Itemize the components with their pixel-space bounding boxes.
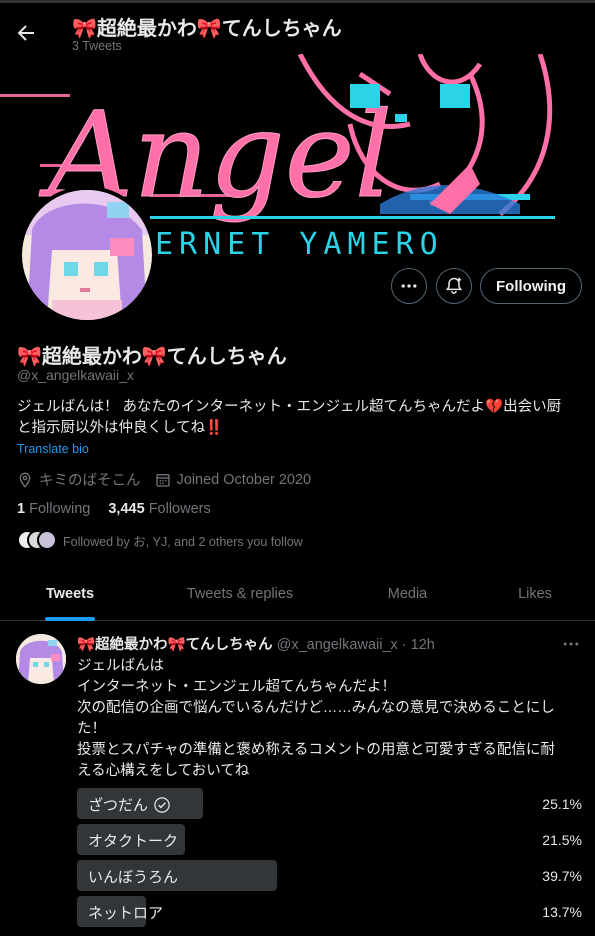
- following-link[interactable]: 1 Following: [17, 501, 90, 517]
- notification-bell-icon: [445, 277, 463, 294]
- location: キミのばそこん: [17, 469, 141, 490]
- following-button[interactable]: Following: [480, 268, 582, 304]
- more-button[interactable]: [391, 268, 427, 304]
- location-text: キミのばそこん: [39, 473, 141, 489]
- poll-option-text: いんぼうろん: [88, 869, 179, 886]
- header-tweet-count: 3 Tweets: [72, 39, 122, 53]
- poll-percent: 13.7%: [542, 904, 582, 920]
- banner-subtitle-text: ERNET YAMERO: [155, 227, 444, 260]
- follower-avatars: [17, 530, 63, 550]
- poll-option-text: オタクトーク: [88, 833, 179, 850]
- profile-name: 🎀超絶最かわ🎀てんしちゃん: [17, 346, 287, 368]
- following-label: Following: [29, 501, 91, 517]
- poll-option-text: ざつだん: [88, 797, 149, 814]
- tab-media[interactable]: Media: [340, 566, 475, 621]
- profile-avatar[interactable]: [18, 186, 156, 324]
- poll-percent: 21.5%: [542, 832, 582, 848]
- tweet-author-name[interactable]: 🎀超絶最かわ🎀てんしちゃん: [77, 637, 273, 653]
- tweet-avatar-image: [16, 634, 66, 684]
- joined-text: Joined October 2020: [176, 471, 312, 488]
- header-profile-name: 🎀超絶最かわ🎀てんしちゃん: [72, 18, 342, 40]
- tweet-line: 次の配信の企画で悩んでいるんだけど……みんなの意見で決めることにし: [77, 700, 555, 716]
- tab-likes[interactable]: Likes: [475, 566, 595, 621]
- poll-percent: 25.1%: [542, 796, 582, 812]
- poll-option: オタクトーク 21.5%: [77, 824, 582, 855]
- tweet-meta[interactable]: @x_angelkawaii_x · 12h: [277, 637, 435, 653]
- notifications-button[interactable]: [436, 268, 472, 304]
- poll-option-label: オタクトーク: [88, 830, 178, 851]
- avatar-image: [22, 190, 152, 320]
- follow-counts: 1 Following 3,445 Followers: [17, 501, 211, 517]
- following-count: 1: [17, 501, 26, 517]
- tab-tweets[interactable]: Tweets: [0, 566, 140, 621]
- tweet-line: ジェルばんは: [77, 658, 164, 674]
- poll-option: ざつだん 25.1%: [77, 788, 582, 819]
- profile-meta: キミのばそこん Joined October 2020: [17, 469, 325, 490]
- tweet-line: える心構えをしておいてね: [77, 763, 250, 779]
- followers-count: 3,445: [108, 501, 145, 517]
- bio-line: と指示厨以外は仲良くしてね‼️: [17, 420, 224, 436]
- poll-option-text: ネットロア: [88, 905, 164, 922]
- profile-tabs: Tweets Tweets & replies Media Likes: [0, 566, 595, 621]
- active-tab-indicator: [45, 617, 95, 621]
- tweet-line: インターネット・エンジェル超てんちゃんだよ！: [77, 679, 396, 695]
- poll-option: いんぼうろん 39.7%: [77, 860, 582, 891]
- tweet-line: た！: [77, 721, 106, 737]
- poll-option-label: いんぼうろん: [88, 866, 178, 887]
- calendar-icon: [155, 473, 170, 487]
- more-icon: [563, 642, 579, 646]
- top-bar: 🎀超絶最かわ🎀てんしちゃん 3 Tweets: [0, 0, 595, 54]
- profile-handle: @x_angelkawaii_x: [17, 367, 134, 383]
- tweet-text: ジェルばんは インターネット・エンジェル超てんちゃんだよ！ 次の配信の企画で悩ん…: [77, 656, 582, 782]
- tab-tweets-replies[interactable]: Tweets & replies: [140, 566, 340, 621]
- avatar: [37, 530, 57, 550]
- more-icon: [401, 284, 417, 288]
- bio-line: ジェルばんは！ あなたのインターネット・エンジェル超てんちゃんだよ💔出会い厨: [17, 399, 562, 415]
- followed-by-text: Followed by お, YJ, and 2 others you foll…: [63, 534, 303, 549]
- location-pin-icon: [19, 472, 31, 488]
- poll-option-label: ネットロア: [88, 902, 163, 923]
- tweet-header: 🎀超絶最かわ🎀てんしちゃん @x_angelkawaii_x · 12h: [77, 633, 435, 654]
- poll-option: ネットロア 13.7%: [77, 896, 582, 927]
- translate-bio-link[interactable]: Translate bio: [17, 442, 89, 456]
- tweet-avatar[interactable]: [16, 634, 66, 684]
- followers-link[interactable]: 3,445 Followers: [108, 501, 210, 517]
- poll-percent: 39.7%: [542, 868, 582, 884]
- tweet-line: 投票とスパチャの準備と褒め称えるコメントの用意と可愛すぎる配信に耐: [77, 742, 555, 758]
- joined-date: Joined October 2020: [155, 471, 312, 488]
- followers-label: Followers: [148, 501, 211, 517]
- followed-by[interactable]: Followed by お, YJ, and 2 others you foll…: [17, 530, 303, 550]
- back-arrow-icon[interactable]: [14, 21, 38, 45]
- profile-bio: ジェルばんは！ あなたのインターネット・エンジェル超てんちゃんだよ💔出会い厨 と…: [17, 397, 582, 439]
- check-circle-icon: [154, 796, 170, 813]
- poll-option-label: ざつだん: [88, 794, 171, 815]
